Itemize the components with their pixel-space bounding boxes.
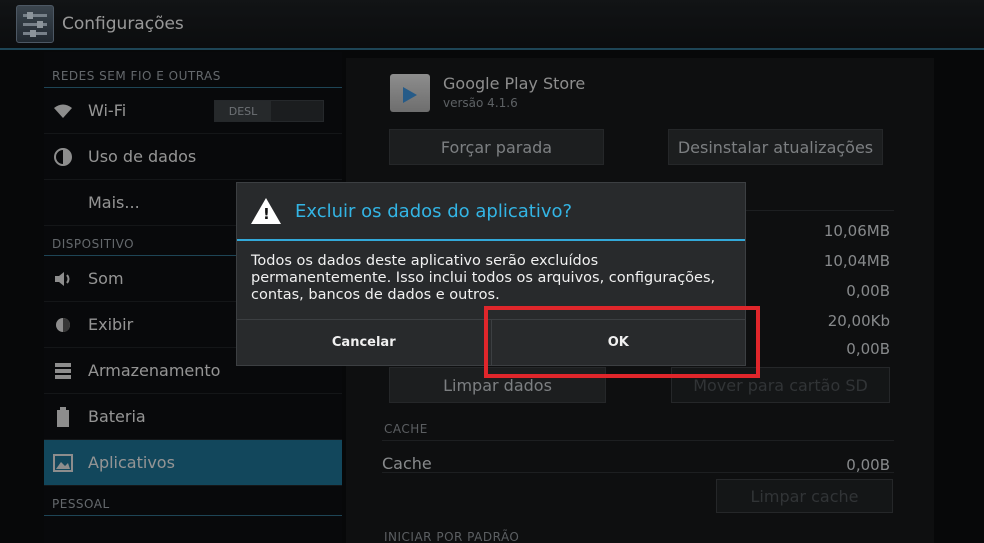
dialog-title: Excluir os dados do aplicativo? [295,200,573,222]
ok-highlight-box [484,306,760,378]
dialog-title-row: ! Excluir os dados do aplicativo? [237,183,745,241]
cancel-button[interactable]: Cancelar [237,320,491,365]
dialog-message: Todos os dados deste aplicativo serão ex… [251,253,716,303]
warning-icon: ! [251,198,281,224]
